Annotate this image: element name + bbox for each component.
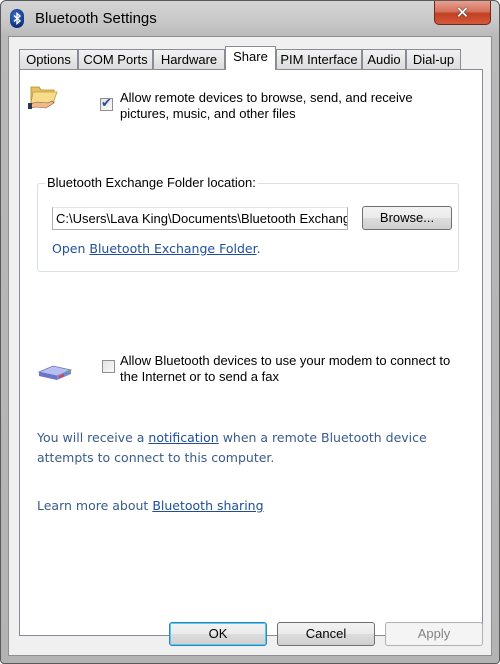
notification-line2: attempts to connect to this computer. [37,449,275,465]
allow-files-label-line1: Allow remote devices to browse, send, an… [120,90,413,105]
share-tab-panel: ✔ Allow remote devices to browse, send, … [19,69,483,636]
bluetooth-sharing-link[interactable]: Bluetooth sharing [152,498,263,513]
allow-modem-label-line1: Allow Bluetooth devices to use your mode… [120,353,451,368]
cancel-button[interactable]: Cancel [277,622,375,646]
allow-files-checkbox[interactable]: ✔ [100,96,113,111]
notification-prefix: You will receive a [37,430,149,445]
notification-info-text: You will receive a notification when a r… [37,428,467,467]
open-folder-prefix: Open [52,241,90,256]
tab-hardware[interactable]: Hardware [153,49,225,69]
learn-more-prefix: Learn more about [37,498,153,513]
tab-audio[interactable]: Audio [362,49,406,69]
allow-modem-checkbox[interactable] [102,360,115,373]
title-bar[interactable]: Bluetooth Settings ✕ [1,1,499,37]
ok-button[interactable]: OK [169,622,267,646]
checkmark-icon: ✔ [101,96,112,111]
tab-options[interactable]: Options [19,49,78,69]
modem-icon [37,365,73,380]
tab-dial-up[interactable]: Dial-up [406,49,461,69]
notification-suffix: when a remote Bluetooth device [218,430,427,445]
close-button[interactable]: ✕ [434,1,491,25]
close-icon: ✕ [455,3,470,22]
bluetooth-settings-window: Bluetooth Settings ✕ Options COM Ports H… [0,0,500,664]
window-title: Bluetooth Settings [35,10,157,27]
tab-com-ports[interactable]: COM Ports [78,49,153,69]
open-exchange-folder-link[interactable]: Bluetooth Exchange Folder [89,241,256,256]
browse-button[interactable]: Browse... [362,206,452,230]
allow-modem-label-line2: the Internet or to send a fax [120,369,279,384]
tab-pim-interface[interactable]: PIM Interface [276,49,362,69]
allow-modem-label[interactable]: Allow Bluetooth devices to use your mode… [120,353,450,385]
apply-button[interactable]: Apply [385,622,483,646]
allow-files-label[interactable]: Allow remote devices to browse, send, an… [120,90,413,122]
exchange-folder-legend: Bluetooth Exchange Folder location: [45,175,258,190]
open-folder-suffix: . [256,241,261,256]
tab-share[interactable]: Share [225,46,276,70]
exchange-folder-path-input[interactable]: C:\Users\Lava King\Documents\Bluetooth E… [52,207,348,230]
dialog-client-area: Options COM Ports Hardware Share PIM Int… [8,36,492,656]
shared-folder-icon [28,86,58,109]
learn-more-text: Learn more about Bluetooth sharing [37,496,467,516]
notification-link[interactable]: notification [148,430,218,445]
bluetooth-icon [10,9,24,28]
open-folder-line: Open Bluetooth Exchange Folder. [52,240,261,258]
allow-files-label-line2: pictures, music, and other files [120,106,296,121]
